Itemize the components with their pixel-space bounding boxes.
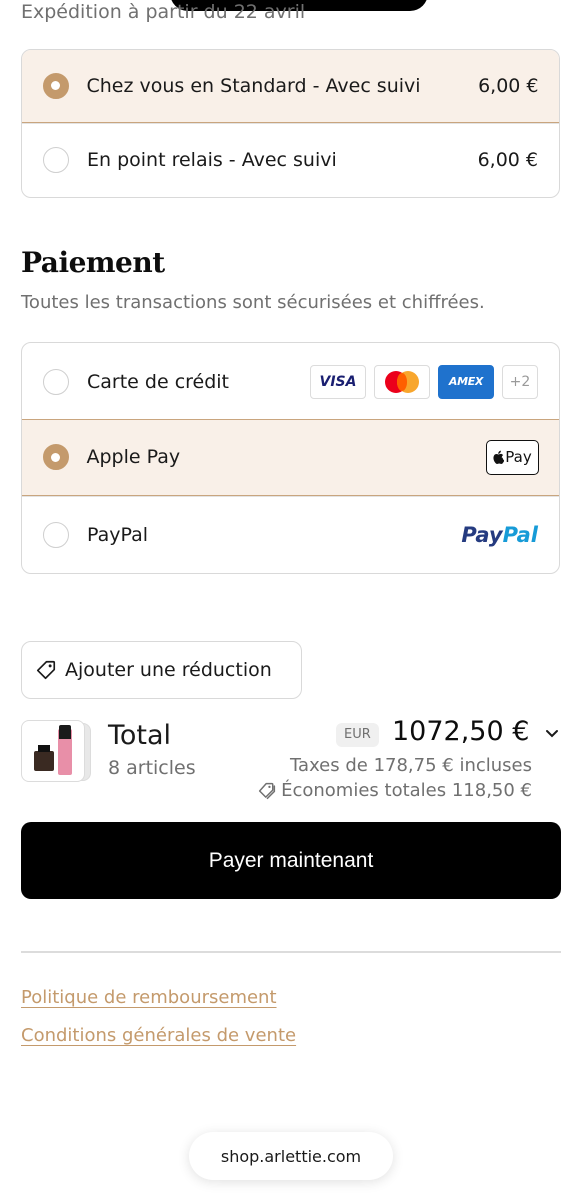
- shipping-option-price: 6,00 €: [478, 74, 539, 97]
- shipping-option-relay[interactable]: En point relais - Avec suivi 6,00 €: [22, 122, 559, 197]
- add-discount-label: Ajouter une réduction: [65, 659, 272, 681]
- savings-row: Économies totales 118,50 €: [257, 780, 532, 801]
- radio-selected[interactable]: [42, 72, 69, 99]
- cart-thumbnail[interactable]: [21, 720, 92, 783]
- radio-unselected[interactable]: [43, 521, 69, 548]
- divider: [21, 951, 561, 953]
- pay-now-button[interactable]: Payer maintenant: [21, 822, 561, 899]
- payment-option-apple-pay[interactable]: Apple Pay Pay: [22, 418, 559, 496]
- shipping-option-price: 6,00 €: [477, 149, 538, 171]
- tags-icon: [258, 782, 276, 799]
- payment-option-label: Carte de crédit: [87, 370, 230, 393]
- items-count: 8 articles: [108, 757, 196, 779]
- taxes-note: Taxes de 178,75 € incluses: [290, 755, 532, 776]
- mastercard-icon: [374, 364, 430, 399]
- tag-icon: [36, 660, 56, 680]
- payment-subtitle: Toutes les transactions sont sécurisées …: [21, 292, 485, 313]
- radio-unselected[interactable]: [43, 368, 69, 395]
- payment-options: Carte de crédit VISA AMEX +2 Apple Pay P…: [21, 342, 560, 574]
- apple-pay-badge-text: Pay: [505, 448, 532, 466]
- payment-option-label: Apple Pay: [86, 446, 181, 468]
- shipping-options: Chez vous en Standard - Avec suivi 6,00 …: [21, 49, 560, 198]
- payment-option-label: PayPal: [87, 523, 149, 546]
- chevron-down-icon[interactable]: [545, 728, 559, 740]
- refund-policy-link[interactable]: Politique de remboursement: [21, 987, 277, 1008]
- card-brand-logos: VISA AMEX +2: [310, 364, 538, 399]
- paypal-logo-icon: PayPal: [461, 522, 538, 547]
- total-amount[interactable]: 1072,50 €: [392, 716, 529, 747]
- more-cards-badge: +2: [502, 364, 538, 399]
- visa-icon: VISA: [310, 364, 366, 399]
- apple-logo-icon: [493, 450, 505, 464]
- add-discount-button[interactable]: Ajouter une réduction: [21, 641, 302, 699]
- radio-selected[interactable]: [42, 444, 69, 470]
- shipping-date-note: Expédition à partir du 22 avril: [21, 1, 306, 23]
- currency-badge: EUR: [336, 723, 379, 747]
- shipping-option-label: Chez vous en Standard - Avec suivi: [86, 74, 421, 97]
- browser-url-bar[interactable]: shop.arlettie.com: [189, 1132, 393, 1180]
- savings-text: Économies totales 118,50 €: [281, 780, 532, 801]
- payment-option-paypal[interactable]: PayPal PayPal: [22, 495, 559, 573]
- total-label: Total: [108, 720, 172, 751]
- amex-icon: AMEX: [438, 364, 494, 399]
- product-bottle-icon: [58, 725, 72, 775]
- terms-link[interactable]: Conditions générales de vente: [21, 1025, 296, 1046]
- payment-option-credit-card[interactable]: Carte de crédit VISA AMEX +2: [22, 343, 559, 420]
- shipping-option-label: En point relais - Avec suivi: [87, 149, 337, 171]
- apple-pay-icon: Pay: [485, 439, 539, 475]
- payment-title: Paiement: [21, 246, 165, 279]
- product-jar-icon: [34, 745, 54, 771]
- radio-unselected[interactable]: [43, 147, 69, 173]
- shipping-option-home[interactable]: Chez vous en Standard - Avec suivi 6,00 …: [22, 49, 559, 123]
